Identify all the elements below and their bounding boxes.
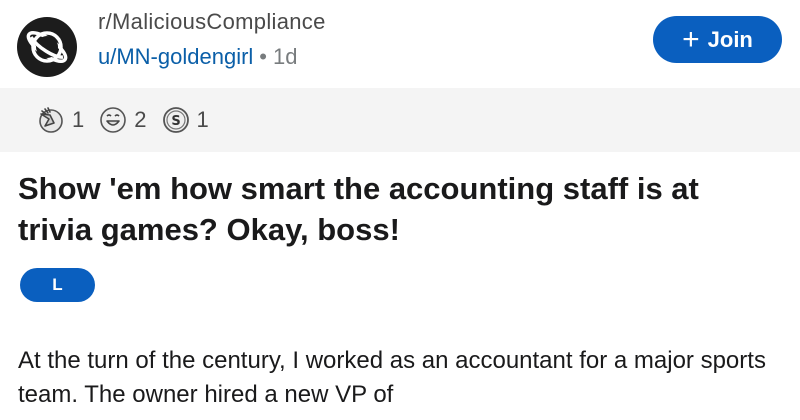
facepalm-award-icon bbox=[39, 107, 63, 133]
award-facepalm[interactable]: 1 bbox=[36, 105, 84, 135]
post-age: 1d bbox=[273, 44, 298, 69]
join-button-label: Join bbox=[707, 26, 753, 52]
subreddit-avatar[interactable] bbox=[17, 17, 77, 77]
haha-award-icon bbox=[100, 107, 127, 133]
award-count: 1 bbox=[72, 107, 85, 132]
awards-bar[interactable]: 1 2 S 1 bbox=[0, 88, 800, 152]
post-body: At the turn of the century, I worked as … bbox=[18, 347, 766, 408]
award-haha[interactable]: 2 bbox=[98, 105, 147, 135]
silver-award-icon: S bbox=[162, 107, 189, 133]
post-title[interactable]: Show 'em how smart the accounting staff … bbox=[18, 168, 778, 250]
join-button[interactable]: + Join bbox=[653, 16, 782, 63]
award-count: 1 bbox=[196, 107, 209, 132]
award-silver[interactable]: S 1 bbox=[161, 105, 209, 135]
post-meta: u/MN-goldengirl • 1d bbox=[98, 44, 297, 70]
post-flair[interactable]: L bbox=[20, 268, 95, 302]
planet-icon bbox=[26, 31, 68, 63]
award-count: 2 bbox=[134, 107, 147, 132]
plus-icon: + bbox=[682, 22, 700, 56]
author-link[interactable]: u/MN-goldengirl bbox=[98, 44, 253, 69]
post-header: r/MaliciousCompliance u/MN-goldengirl • 1d… bbox=[0, 0, 800, 88]
meta-separator: • bbox=[259, 44, 267, 69]
svg-text:S: S bbox=[171, 114, 180, 129]
subreddit-name[interactable]: r/MaliciousCompliance bbox=[98, 9, 326, 35]
